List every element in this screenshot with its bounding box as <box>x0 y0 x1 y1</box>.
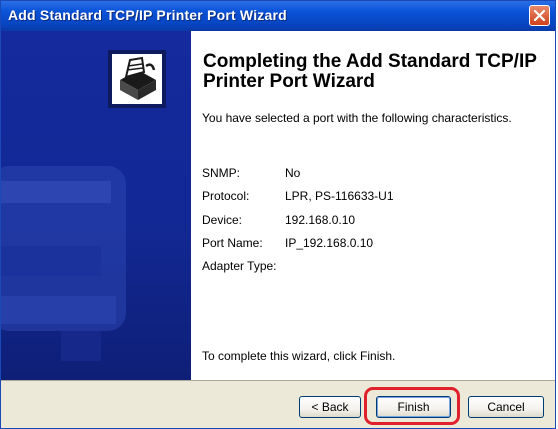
wizard-window: Add Standard TCP/IP Printer Port Wizard <box>0 0 556 429</box>
back-button[interactable]: < Back <box>299 396 361 418</box>
property-value-port-name: IP_192.168.0.10 <box>285 236 374 250</box>
close-button[interactable] <box>529 5 550 26</box>
button-bar: < Back Finish Cancel <box>1 380 555 428</box>
wizard-sidebar <box>1 31 191 380</box>
property-label-device: Device: <box>202 213 243 227</box>
printer-port-wizard-icon <box>108 50 166 108</box>
property-value-device: 192.168.0.10 <box>285 213 356 227</box>
property-label-adapter-type: Adapter Type: <box>202 259 277 273</box>
outro-text: To complete this wizard, click Finish. <box>202 349 396 363</box>
property-label-protocol: Protocol: <box>202 189 250 203</box>
property-value-snmp: No <box>285 166 301 180</box>
property-label-port-name: Port Name: <box>202 236 263 250</box>
cancel-button[interactable]: Cancel <box>468 396 544 418</box>
property-label-snmp: SNMP: <box>202 166 241 180</box>
window-title: Add Standard TCP/IP Printer Port Wizard <box>8 7 287 23</box>
close-icon <box>534 10 545 21</box>
wizard-content: Completing the Add Standard TCP/IP Print… <box>191 31 555 380</box>
intro-text: You have selected a port with the follow… <box>202 111 512 125</box>
finish-button[interactable]: Finish <box>376 396 451 418</box>
page-title: Completing the Add Standard TCP/IP Print… <box>203 51 537 92</box>
title-bar[interactable]: Add Standard TCP/IP Printer Port Wizard <box>1 1 555 31</box>
property-value-protocol: LPR, PS-116633-U1 <box>285 189 394 203</box>
